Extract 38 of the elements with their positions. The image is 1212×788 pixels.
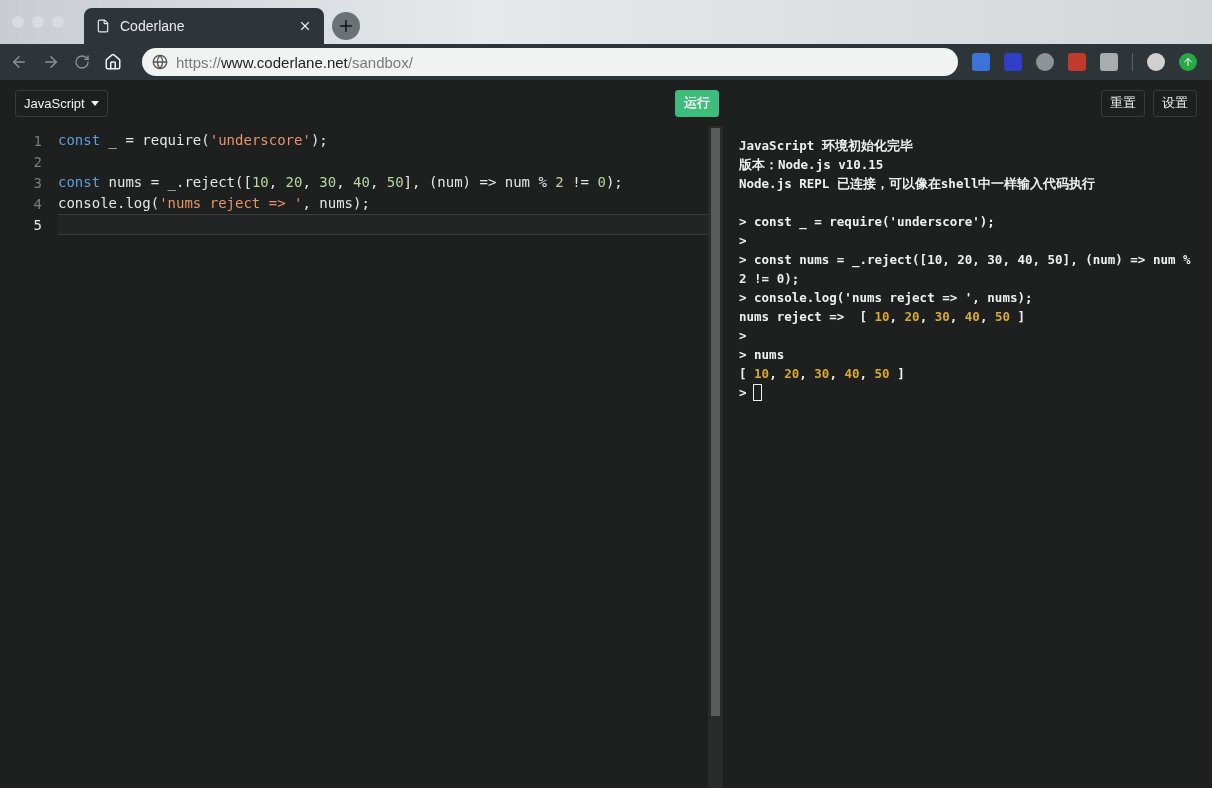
console-line: Node.js REPL 已连接，可以像在shell中一样输入代码执行 xyxy=(739,175,1097,193)
new-tab-button[interactable] xyxy=(332,12,360,40)
console-line: [ 10, 20, 30, 40, 50 ] xyxy=(739,365,906,383)
text-cursor xyxy=(752,384,762,401)
console-line: > const nums = _.reject([10, 20, 30, 40, 50], (num) => num % 2 != 0); xyxy=(739,251,1192,288)
update-icon[interactable] xyxy=(1179,53,1197,71)
console-line: > const _ = require('underscore'); xyxy=(739,213,996,231)
code-line: const nums = _.reject([10, 20, 30, 40, 50], (num) => num % 2 != 0); xyxy=(58,173,624,193)
plus-icon xyxy=(337,17,355,35)
console-line: nums reject => [ 10, 20, 30, 40, 50 ] xyxy=(739,308,1027,326)
code-line: console.log('nums reject => ', nums); xyxy=(58,194,371,213)
code-line: const _ = require('underscore'); xyxy=(58,131,329,151)
line-number: 1 xyxy=(32,132,42,149)
language-dropdown[interactable]: JavaScript xyxy=(15,89,108,117)
console-line: > xyxy=(739,327,748,345)
forward-icon[interactable] xyxy=(42,53,60,71)
browser-tab[interactable]: Coderlane xyxy=(84,8,324,44)
line-number: 3 xyxy=(32,174,42,191)
console-line: JavaScript 环境初始化完毕 xyxy=(739,137,914,155)
settings-button[interactable]: 设置 xyxy=(1153,89,1197,117)
caret-icon xyxy=(90,100,99,106)
avatar-icon[interactable] xyxy=(1147,53,1165,71)
back-icon[interactable] xyxy=(10,53,28,71)
scrollbar-thumb[interactable] xyxy=(710,128,720,716)
console-line: > nums xyxy=(739,346,786,364)
reset-button[interactable]: 重置 xyxy=(1101,89,1145,117)
reload-icon[interactable] xyxy=(74,54,90,70)
address-bar[interactable]: https://www.coderlane.net/sandbox/ xyxy=(142,48,958,76)
console-line: > xyxy=(739,232,748,250)
console-prompt: > xyxy=(739,385,747,400)
console-line: > console.log('nums reject => ', nums); xyxy=(739,289,1034,307)
line-number: 2 xyxy=(32,153,42,170)
console-line: 版本：Node.js v10.15 xyxy=(739,156,885,174)
close-icon[interactable] xyxy=(298,19,312,33)
line-number: 5 xyxy=(32,216,42,233)
home-icon[interactable] xyxy=(104,53,122,71)
page-icon xyxy=(96,19,110,33)
line-number: 4 xyxy=(32,195,42,212)
